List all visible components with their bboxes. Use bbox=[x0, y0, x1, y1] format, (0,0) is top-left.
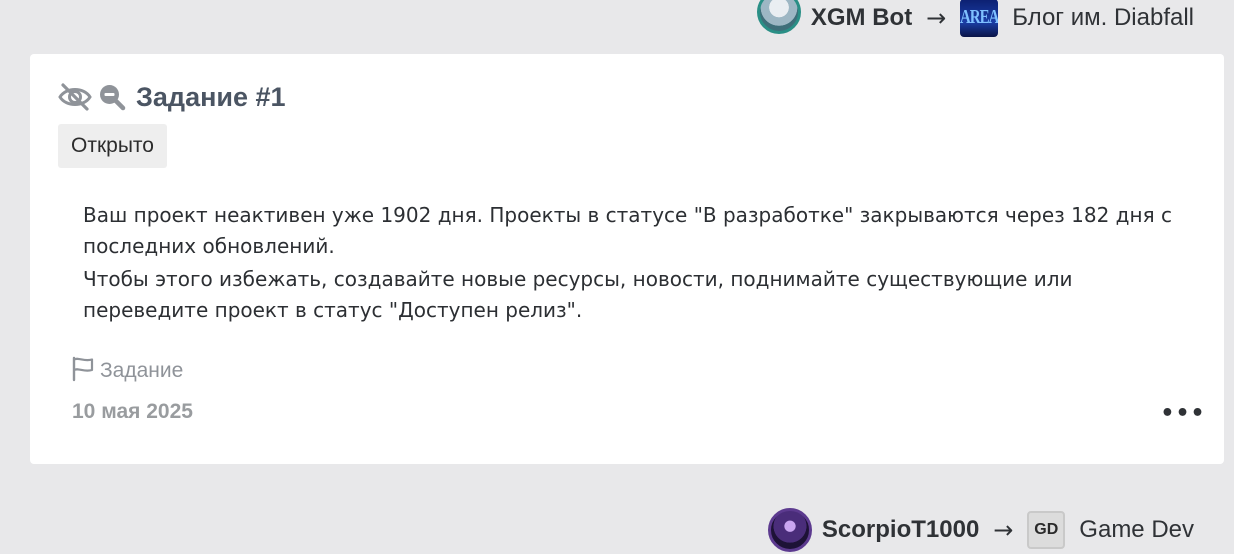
description-paragraph: Чтобы этого избежать, создавайте новые р… bbox=[83, 267, 1073, 322]
post-date: 10 мая 2025 bbox=[72, 400, 193, 423]
author-link[interactable]: XGM Bot bbox=[811, 4, 912, 32]
blog-logo-text: GD bbox=[1034, 521, 1059, 538]
arrow-right-icon: → bbox=[993, 516, 1014, 544]
blog-logo-text: AREA bbox=[960, 6, 999, 29]
task-card: Задание #1 Открыто Ваш проект неактивен … bbox=[30, 54, 1224, 464]
flag-icon bbox=[70, 356, 96, 386]
arrow-right-icon: → bbox=[926, 4, 947, 32]
category-label: Задание bbox=[100, 359, 184, 382]
task-title[interactable]: Задание #1 bbox=[136, 82, 286, 113]
task-description: Ваш проект неактивен уже 1902 дня. Проек… bbox=[83, 200, 1193, 328]
eye-slash-icon[interactable] bbox=[58, 82, 92, 112]
avatar-scorpio[interactable] bbox=[767, 508, 812, 552]
blog-link[interactable]: Блог им. Diabfall bbox=[1012, 4, 1194, 32]
ellipsis-icon: ••• bbox=[1160, 400, 1206, 426]
avatar-xgm-bot[interactable] bbox=[756, 0, 801, 34]
feed-header-top: XGM Bot → AREA Блог им. Diabfall bbox=[756, 0, 1194, 37]
blog-link[interactable]: Game Dev bbox=[1079, 516, 1194, 544]
blog-thumbnail[interactable]: GD bbox=[1027, 511, 1066, 549]
status-badge: Открыто bbox=[58, 124, 167, 168]
zoom-out-icon[interactable] bbox=[98, 83, 126, 111]
author-link[interactable]: ScorpioT1000 bbox=[822, 516, 979, 544]
task-title-row: Задание #1 bbox=[58, 80, 286, 114]
description-paragraph: Ваш проект неактивен уже 1902 дня. Проек… bbox=[83, 203, 1172, 258]
blog-thumbnail[interactable]: AREA bbox=[960, 0, 999, 37]
more-options-button[interactable]: ••• bbox=[1160, 398, 1204, 428]
category-link[interactable]: Задание bbox=[70, 354, 183, 388]
feed-header-bottom: ScorpioT1000 → GD Game Dev bbox=[767, 506, 1194, 554]
